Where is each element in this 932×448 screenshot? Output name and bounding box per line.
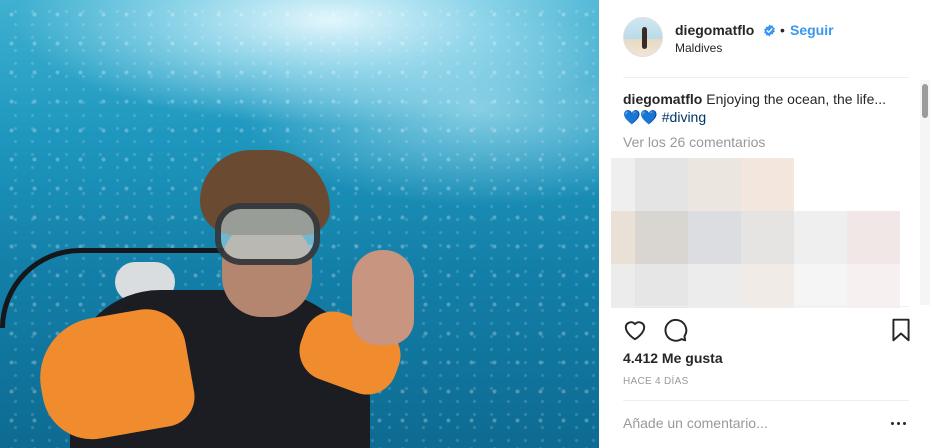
add-comment-input[interactable] bbox=[623, 412, 873, 434]
actions-divider bbox=[623, 306, 909, 307]
header-separator: • bbox=[780, 22, 785, 38]
diver-ok-hand bbox=[352, 250, 414, 345]
comment-divider bbox=[623, 400, 909, 401]
view-comments-link[interactable]: Ver los 26 comentarios bbox=[623, 134, 765, 150]
post-header: diegomatflo • Seguir Maldives bbox=[599, 0, 932, 78]
verified-badge-icon bbox=[764, 24, 775, 37]
post-photo[interactable] bbox=[0, 0, 599, 448]
likes-count[interactable]: 4.412 Me gusta bbox=[623, 350, 723, 366]
diving-mask bbox=[215, 203, 320, 265]
post-sidebar: diegomatflo • Seguir Maldives diegomatfl… bbox=[599, 0, 932, 448]
more-options-icon[interactable] bbox=[889, 416, 909, 430]
caption-hashtag[interactable]: #diving bbox=[662, 109, 706, 125]
post-caption: diegomatflo Enjoying the ocean, the life… bbox=[623, 90, 903, 126]
caption-username[interactable]: diegomatflo bbox=[623, 91, 702, 107]
header-username[interactable]: diegomatflo bbox=[675, 22, 754, 38]
caption-emoji: 💙💙 bbox=[623, 109, 658, 125]
heart-icon[interactable] bbox=[622, 317, 648, 343]
location-link[interactable]: Maldives bbox=[675, 41, 722, 55]
bookmark-icon[interactable] bbox=[888, 317, 914, 343]
avatar[interactable] bbox=[623, 17, 663, 57]
post-timestamp[interactable]: HACE 4 DÍAS bbox=[623, 376, 689, 387]
caption-text: Enjoying the ocean, the life... bbox=[706, 91, 887, 107]
follow-button[interactable]: Seguir bbox=[790, 22, 834, 38]
comment-bubble-icon[interactable] bbox=[662, 317, 688, 343]
comments-scrollbar-thumb[interactable] bbox=[922, 84, 928, 118]
header-divider bbox=[623, 77, 909, 78]
blurred-comments bbox=[611, 158, 900, 308]
